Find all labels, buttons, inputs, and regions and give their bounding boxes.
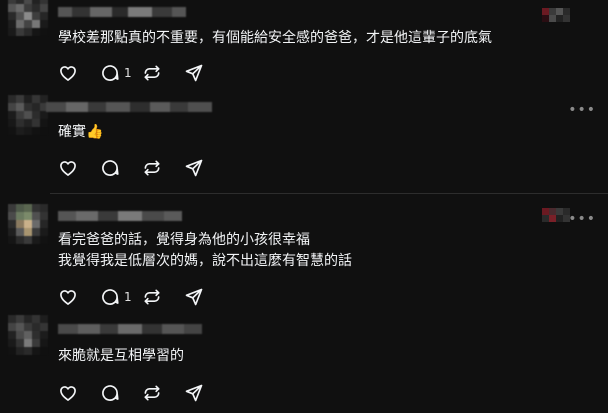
share-button[interactable] (184, 383, 226, 403)
repost-button[interactable] (142, 63, 184, 83)
reply-button[interactable] (100, 383, 142, 403)
more-options-button[interactable]: ••• (568, 212, 596, 226)
username-redacted[interactable] (58, 319, 202, 339)
badge-redacted (542, 208, 570, 222)
comment-icon (102, 385, 119, 401)
like-button[interactable] (58, 158, 100, 178)
share-icon (185, 384, 203, 402)
comment-icon (102, 160, 119, 176)
share-button[interactable] (184, 158, 226, 178)
comment-icon (102, 65, 119, 81)
badge-redacted (542, 8, 570, 22)
heart-icon (60, 386, 76, 401)
reply-button[interactable]: 1 (100, 287, 142, 307)
action-bar: 1 (58, 286, 226, 308)
reply-count: 1 (124, 66, 132, 80)
reply-count: 1 (124, 290, 132, 304)
comment-4: 來脆就是互相學習的 (0, 315, 608, 413)
share-icon (185, 159, 203, 177)
comment-icon (102, 289, 119, 305)
username-redacted[interactable] (46, 97, 212, 117)
share-icon (185, 64, 203, 82)
comment-3: ••• 看完爸爸的話，覺得身為他的小孩很幸福 我覺得我是低層次的媽，說不出這麼有… (0, 200, 608, 315)
like-button[interactable] (58, 287, 100, 307)
thread-divider (50, 193, 608, 194)
repost-icon (144, 289, 160, 305)
heart-icon (60, 66, 76, 81)
action-bar (58, 382, 226, 404)
share-icon (185, 288, 203, 306)
comment-text: 學校差那點真的不重要，有個能給安全感的爸爸，才是他這輩子的底氣 (58, 30, 492, 46)
more-options-button[interactable]: ••• (568, 103, 596, 117)
repost-icon (144, 65, 160, 81)
username-redacted[interactable] (58, 206, 182, 226)
repost-button[interactable] (142, 158, 184, 178)
comment-1: 學校差那點真的不重要，有個能給安全感的爸爸，才是他這輩子的底氣 1 (0, 0, 608, 95)
avatar[interactable] (8, 95, 48, 135)
repost-button[interactable] (142, 287, 184, 307)
reply-button[interactable]: 1 (100, 63, 142, 83)
repost-icon (144, 385, 160, 401)
comment-2: ••• 確實👍 (0, 95, 608, 195)
avatar[interactable] (8, 0, 48, 36)
heart-icon (60, 161, 76, 176)
action-bar: 1 (58, 62, 226, 84)
share-button[interactable] (184, 63, 226, 83)
action-bar (58, 157, 226, 179)
reply-button[interactable] (100, 158, 142, 178)
heart-icon (60, 290, 76, 305)
comment-text-line-1: 看完爸爸的話，覺得身為他的小孩很幸福 (58, 232, 310, 248)
comment-text-line-2: 我覺得我是低層次的媽，說不出這麼有智慧的話 (58, 253, 352, 269)
username-redacted[interactable] (58, 2, 186, 22)
avatar[interactable] (8, 315, 48, 355)
comment-text: 確實👍 (58, 124, 104, 140)
share-button[interactable] (184, 287, 226, 307)
repost-icon (144, 160, 160, 176)
like-button[interactable] (58, 63, 100, 83)
comment-text: 來脆就是互相學習的 (58, 348, 184, 364)
like-button[interactable] (58, 383, 100, 403)
avatar[interactable] (8, 204, 48, 244)
repost-button[interactable] (142, 383, 184, 403)
